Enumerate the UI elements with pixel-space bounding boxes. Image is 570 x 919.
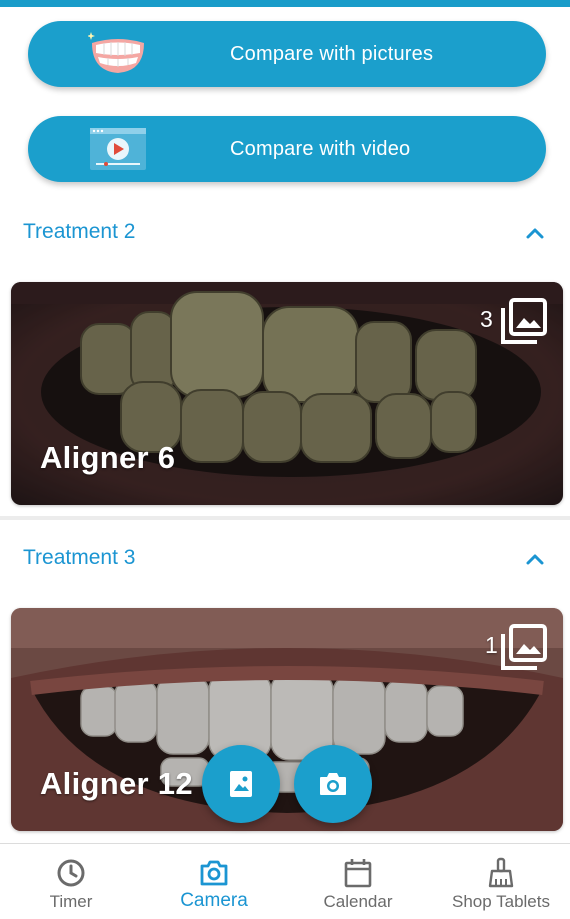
broom-icon xyxy=(488,857,514,888)
section-title: Treatment 2 xyxy=(23,220,136,243)
section-title: Treatment 3 xyxy=(23,546,136,569)
take-photo-button[interactable] xyxy=(294,745,372,823)
nav-item-calendar[interactable]: Calendar xyxy=(287,844,429,919)
nav-label: Shop Tablets xyxy=(452,892,550,911)
photo-library-icon xyxy=(501,298,547,344)
card-title: Aligner 6 xyxy=(40,440,176,475)
add-from-gallery-button[interactable] xyxy=(202,745,280,823)
compare-pictures-label: Compare with pictures xyxy=(230,43,434,65)
camera-icon xyxy=(200,860,228,886)
calendar-icon xyxy=(344,859,372,888)
photo-count: 3 xyxy=(480,306,493,332)
clock-icon xyxy=(57,859,85,887)
nav-item-shop-tablets[interactable]: Shop Tablets xyxy=(430,844,570,919)
section-divider xyxy=(0,516,570,520)
card-title: Aligner 12 xyxy=(40,766,193,801)
top-accent-bar xyxy=(0,0,570,7)
nav-item-camera[interactable]: Camera xyxy=(143,844,285,919)
nav-label: Calendar xyxy=(323,892,393,911)
photo-library-icon xyxy=(501,624,547,670)
nav-label: Timer xyxy=(49,892,93,911)
bottom-navigation: Timer Camera Calendar Shop Tablets xyxy=(0,843,570,919)
video-player-icon xyxy=(90,128,146,170)
compare-video-label: Compare with video xyxy=(230,138,411,160)
nav-item-timer[interactable]: Timer xyxy=(0,844,142,919)
photo-count: 1 xyxy=(485,632,498,658)
compare-pictures-button[interactable]: Compare with pictures xyxy=(28,21,546,87)
photo-album-icon xyxy=(230,771,252,797)
camera-icon xyxy=(320,773,346,795)
compare-video-button[interactable]: Compare with video xyxy=(28,116,546,182)
chevron-up-icon[interactable] xyxy=(522,546,548,572)
teeth-icon xyxy=(88,32,144,73)
chevron-up-icon[interactable] xyxy=(522,220,548,246)
section-header-treatment-3[interactable]: Treatment 3 xyxy=(0,538,570,578)
aligner-card[interactable]: Aligner 6 3 xyxy=(11,282,563,505)
nav-label: Camera xyxy=(180,890,248,911)
aligner-card[interactable]: Aligner 12 1 xyxy=(11,608,563,831)
section-header-treatment-2[interactable]: Treatment 2 xyxy=(0,212,570,252)
